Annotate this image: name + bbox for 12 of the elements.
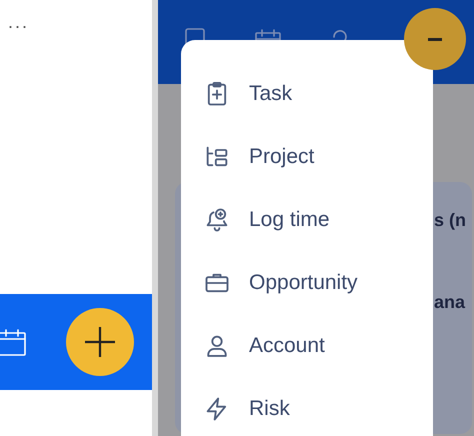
calendar-icon[interactable] bbox=[0, 327, 28, 357]
menu-item[interactable]: Opportunity bbox=[181, 251, 433, 314]
menu-item[interactable]: Log time bbox=[181, 188, 433, 251]
menu-item[interactable]: Project bbox=[181, 125, 433, 188]
card-text: s (n bbox=[434, 209, 466, 232]
menu-item[interactable]: Task bbox=[181, 62, 433, 125]
plus-icon bbox=[82, 324, 118, 360]
menu-item[interactable]: Risk bbox=[181, 377, 433, 436]
minus-icon bbox=[428, 38, 442, 40]
more-dots[interactable]: ... bbox=[8, 12, 152, 52]
card-text: ana bbox=[434, 291, 466, 314]
menu-item[interactable]: Account bbox=[181, 314, 433, 377]
